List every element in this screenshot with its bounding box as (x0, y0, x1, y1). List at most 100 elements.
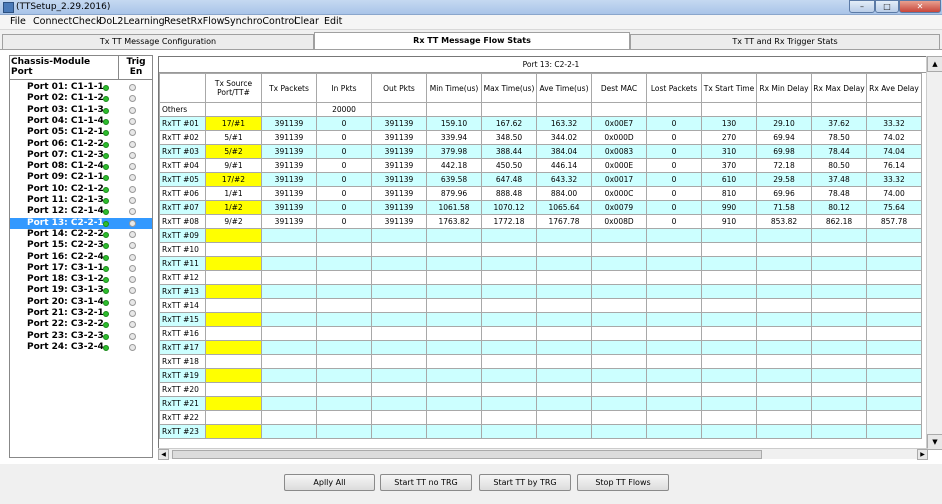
tab-tx-rx-trigger-stats[interactable]: Tx TT and Rx Trigger Stats (630, 34, 940, 49)
trig-en-radio[interactable] (129, 117, 136, 125)
table-cell[interactable] (205, 312, 262, 327)
table-cell[interactable] (205, 368, 262, 383)
table-cell[interactable] (205, 424, 262, 439)
table-cell[interactable] (205, 102, 262, 117)
stop-tt-flows-button[interactable]: Stop TT Flows (577, 474, 669, 491)
table-cell[interactable] (205, 326, 262, 341)
trig-en-radio[interactable] (129, 253, 136, 261)
trig-en-radio[interactable] (129, 208, 136, 216)
start-tt-by-trg-button[interactable]: Start TT by TRG (479, 474, 571, 491)
trig-en-radio[interactable] (129, 298, 136, 306)
port-list-item[interactable]: Port 19: C3-1-3 (10, 285, 152, 296)
horizontal-scrollbar[interactable]: ◀ ▶ (158, 448, 928, 460)
trig-en-radio[interactable] (129, 287, 136, 295)
port-list-item[interactable]: Port 05: C1-2-1 (10, 127, 152, 138)
trig-en-radio[interactable] (129, 106, 136, 114)
trig-en-radio[interactable] (129, 151, 136, 159)
menu-file[interactable]: File (10, 16, 26, 27)
port-list-item[interactable]: Port 02: C1-1-2 (10, 93, 152, 104)
port-list-item[interactable]: Port 12: C2-1-4 (10, 206, 152, 217)
port-list-item[interactable]: Port 04: C1-1-4 (10, 116, 152, 127)
table-cell[interactable] (205, 354, 262, 369)
table-cell[interactable] (205, 410, 262, 425)
minimize-button[interactable]: – (849, 0, 875, 13)
table-cell[interactable]: 17/#1 (205, 116, 262, 131)
scroll-left-icon[interactable]: ◀ (158, 449, 169, 460)
table-cell[interactable] (205, 298, 262, 313)
tab-rx-tt-flow-stats[interactable]: Rx TT Message Flow Stats (314, 32, 630, 49)
port-list-item[interactable]: Port 06: C1-2-2 (10, 139, 152, 150)
port-list-item[interactable]: Port 14: C2-2-2 (10, 229, 152, 240)
port-list-item[interactable]: Port 10: C2-1-2 (10, 184, 152, 195)
menu-clear[interactable]: Clear (294, 16, 319, 27)
port-list-item[interactable]: Port 15: C2-2-3 (10, 240, 152, 251)
table-cell[interactable] (205, 396, 262, 411)
port-list-item[interactable]: Port 13: C2-2-1 (10, 217, 152, 229)
trig-en-radio[interactable] (129, 129, 136, 137)
table-cell[interactable]: 1/#1 (205, 186, 262, 201)
maximize-button[interactable]: □ (875, 0, 899, 13)
port-list-item[interactable]: Port 20: C3-1-4 (10, 297, 152, 308)
port-list-item[interactable]: Port 22: C3-2-2 (10, 319, 152, 330)
trig-en-radio[interactable] (129, 197, 136, 204)
port-list-item[interactable]: Port 17: C3-1-1 (10, 263, 152, 274)
table-cell[interactable] (205, 270, 262, 285)
horizontal-scroll-thumb[interactable] (172, 450, 762, 459)
trig-en-radio[interactable] (129, 219, 136, 227)
trig-en-radio[interactable] (129, 163, 136, 171)
port-list-item[interactable]: Port 18: C3-1-2 (10, 274, 152, 285)
trig-en-radio[interactable] (129, 174, 136, 182)
port-list-item[interactable]: Port 01: C1-1-1 (10, 82, 152, 93)
menu-connectcheck[interactable]: ConnectCheck (33, 16, 102, 27)
port-list-item[interactable]: Port 23: C3-2-3 (10, 331, 152, 342)
port-list-item[interactable]: Port 07: C1-2-3 (10, 150, 152, 161)
start-tt-no-trg-button[interactable]: Start TT no TRG (380, 474, 472, 491)
scroll-down-icon[interactable]: ▼ (927, 434, 942, 450)
vertical-scrollbar[interactable]: ▲ ▼ (926, 56, 942, 450)
trig-en-radio[interactable] (129, 343, 136, 351)
table-cell[interactable]: 17/#2 (205, 172, 262, 187)
table-cell[interactable] (205, 340, 262, 355)
trig-en-radio[interactable] (129, 332, 136, 340)
trig-en-radio[interactable] (129, 276, 136, 284)
table-cell: 130 (701, 116, 757, 131)
table-cell (371, 284, 427, 299)
table-cell[interactable]: 5/#1 (205, 130, 262, 145)
port-list-item[interactable]: Port 08: C1-2-4 (10, 161, 152, 172)
table-cell: RxTT #04 (159, 158, 206, 173)
port-list-item[interactable]: Port 16: C2-2-4 (10, 252, 152, 263)
trig-en-radio[interactable] (129, 310, 136, 317)
table-cell[interactable] (205, 284, 262, 299)
table-cell[interactable]: 9/#2 (205, 214, 262, 229)
close-button[interactable]: ✕ (899, 0, 941, 13)
port-list-item[interactable]: Port 09: C2-1-1 (10, 172, 152, 183)
menu-dol2learning[interactable]: DoL2Learning (99, 16, 165, 27)
port-list-item[interactable]: Port 21: C3-2-1 (10, 308, 152, 319)
scroll-up-icon[interactable]: ▲ (927, 56, 942, 72)
menu-edit[interactable]: Edit (324, 16, 342, 27)
table-cell[interactable] (205, 382, 262, 397)
apply-all-button[interactable]: Aplly All (284, 474, 375, 491)
trig-en-radio[interactable] (129, 230, 136, 238)
trig-en-radio[interactable] (129, 185, 136, 193)
tab-tx-tt-config[interactable]: Tx TT Message Configuration (2, 34, 314, 49)
port-list-item[interactable]: Port 11: C2-1-3 (10, 195, 152, 206)
port-list-item[interactable]: Port 03: C1-1-3 (10, 105, 152, 116)
trig-en-radio[interactable] (129, 321, 136, 329)
menu-synchrocontrol[interactable]: SynchroControl (224, 16, 297, 27)
trig-en-radio[interactable] (129, 264, 136, 272)
table-cell[interactable] (205, 228, 262, 243)
scroll-right-icon[interactable]: ▶ (917, 449, 928, 460)
table-cell[interactable]: 9/#1 (205, 158, 262, 173)
table-cell[interactable] (205, 242, 262, 257)
port-list-item[interactable]: Port 24: C3-2-4 (10, 342, 152, 353)
table-cell[interactable]: 5/#2 (205, 144, 262, 159)
table-cell[interactable] (205, 256, 262, 271)
trig-en-radio[interactable] (129, 242, 136, 250)
menu-resetrxflow[interactable]: ResetRxFlow (164, 16, 224, 27)
table-cell[interactable]: 1/#2 (205, 200, 262, 215)
trig-en-radio[interactable] (129, 95, 136, 103)
trig-en-radio[interactable] (129, 140, 136, 148)
trig-en-radio[interactable] (129, 84, 136, 91)
table-cell (536, 340, 592, 355)
